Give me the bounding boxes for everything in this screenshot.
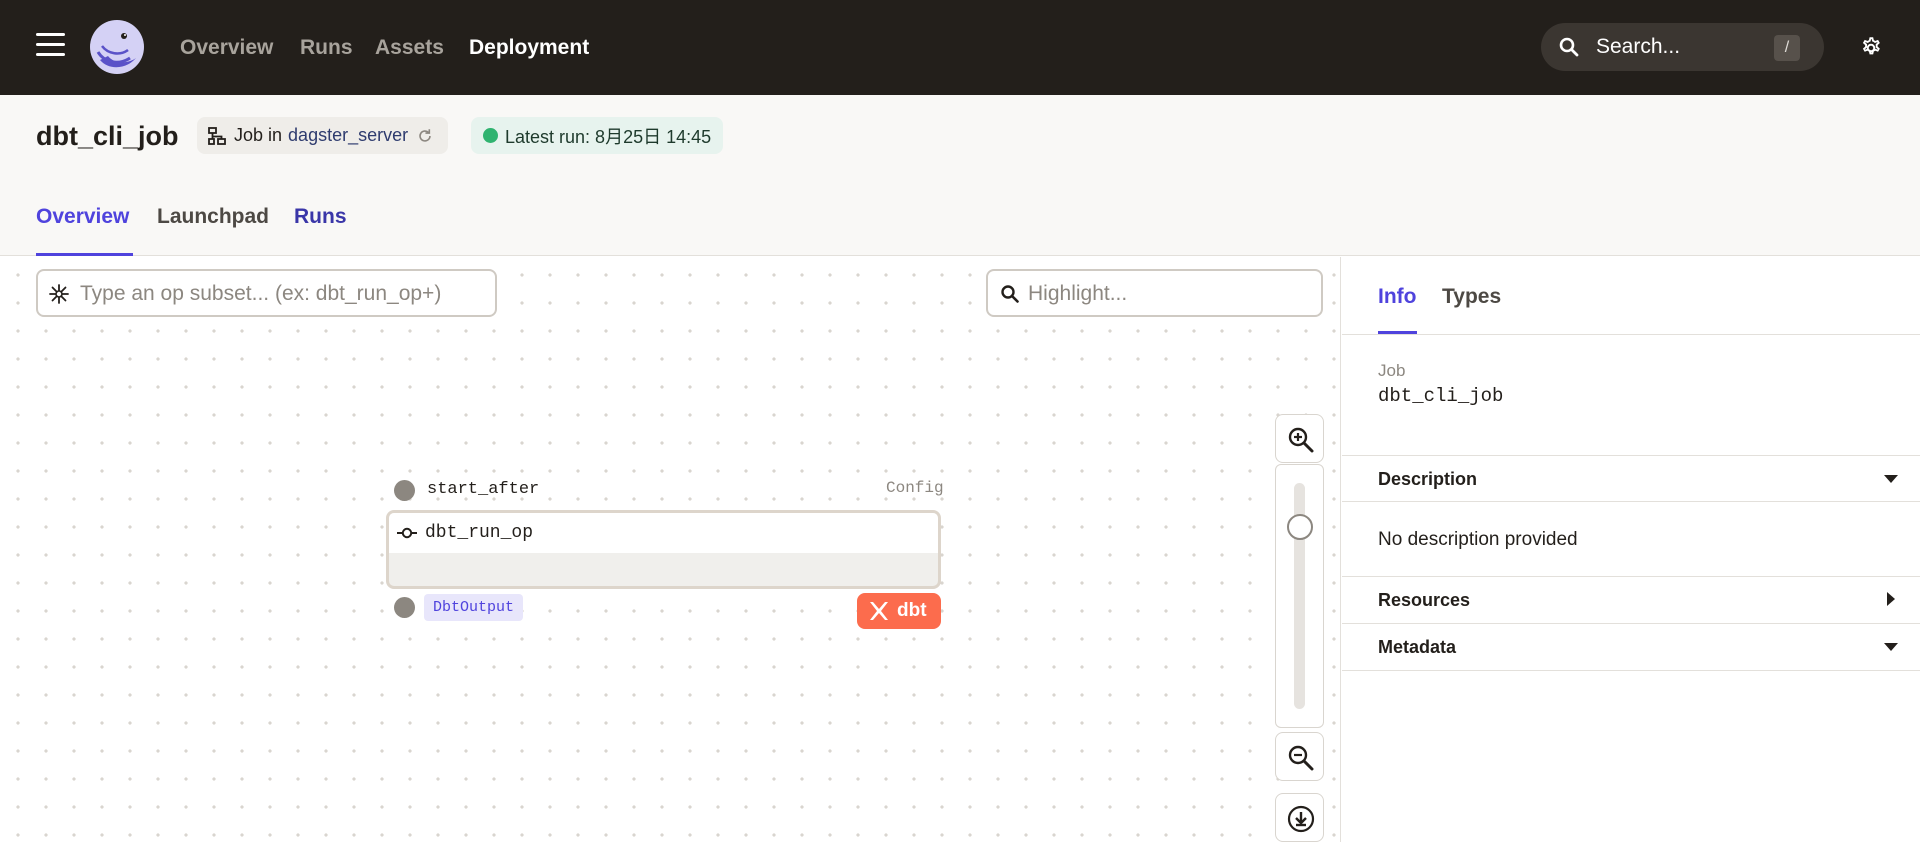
op-subset-input[interactable] <box>80 282 490 306</box>
zoom-in-icon <box>1288 427 1314 453</box>
zoom-in-button[interactable] <box>1275 414 1324 463</box>
reload-icon[interactable] <box>416 127 434 145</box>
resources-section-toggle[interactable]: Resources <box>1342 576 1920 622</box>
description-section-toggle[interactable]: Description <box>1342 455 1920 501</box>
job-repository-tag: Job in dagster_server <box>197 117 449 154</box>
op-selector-icon <box>49 284 69 304</box>
chevron-down-icon <box>1884 643 1898 651</box>
repository-link[interactable]: dagster_server <box>288 125 408 146</box>
search-icon <box>1559 37 1579 57</box>
highlight-input[interactable] <box>1028 282 1308 306</box>
op-node-header: dbt_run_op <box>389 513 938 553</box>
tab-info[interactable]: Info <box>1378 285 1416 309</box>
zoom-out-icon <box>1288 745 1314 771</box>
page-title: dbt_cli_job <box>36 121 179 151</box>
job-graph-icon <box>208 126 226 145</box>
nav-link-runs[interactable]: Runs <box>300 36 353 60</box>
download-icon <box>1287 805 1315 833</box>
op-graph-canvas[interactable]: start_after Config dbt_run_op DbtOutput … <box>0 257 1341 842</box>
input-port-dot[interactable] <box>394 480 415 501</box>
job-name-value: dbt_cli_job <box>1378 385 1504 407</box>
op-node-dbt-run-op[interactable]: dbt_run_op <box>386 510 941 589</box>
tab-overview[interactable]: Overview <box>36 205 129 229</box>
global-search-button[interactable]: Search... / <box>1541 23 1824 71</box>
output-type-chip[interactable]: DbtOutput <box>424 594 524 621</box>
nav-link-assets[interactable]: Assets <box>375 36 444 60</box>
job-label: Job <box>1378 361 1406 380</box>
op-name: dbt_run_op <box>425 523 534 543</box>
dbt-kind-label: dbt <box>897 600 927 621</box>
op-subset-field[interactable] <box>36 269 497 317</box>
nav-link-overview[interactable]: Overview <box>180 36 273 60</box>
gear-icon[interactable] <box>1858 35 1884 61</box>
search-icon <box>1001 285 1019 303</box>
dagster-logo-icon[interactable] <box>88 18 146 76</box>
description-text: No description provided <box>1378 529 1578 550</box>
nav-link-deployment[interactable]: Deployment <box>469 36 589 60</box>
chevron-down-icon <box>1884 475 1898 483</box>
run-success-dot <box>483 128 498 143</box>
op-icon <box>397 527 417 539</box>
job-details-sidebar: Info Types Job dbt_cli_job Description N… <box>1342 257 1920 842</box>
menu-icon[interactable] <box>36 33 65 57</box>
resources-section-title: Resources <box>1378 590 1471 610</box>
divider <box>1342 501 1920 502</box>
input-name: start_after <box>427 480 540 499</box>
dbt-logo-icon <box>870 602 888 620</box>
config-link[interactable]: Config <box>886 479 944 497</box>
zoom-slider[interactable] <box>1275 464 1324 728</box>
zoom-slider-handle[interactable] <box>1287 514 1313 540</box>
metadata-section-toggle[interactable]: Metadata <box>1342 623 1920 669</box>
top-navigation-bar: Overview Runs Assets Deployment Search..… <box>0 0 1920 95</box>
zoom-out-button[interactable] <box>1275 732 1324 781</box>
search-placeholder: Search... <box>1596 35 1681 58</box>
tab-launchpad[interactable]: Launchpad <box>157 205 269 229</box>
latest-run-label: Latest run: 8月25日 14:45 <box>505 126 712 147</box>
page-header: dbt_cli_job Job in dagster_server Latest… <box>0 95 1920 256</box>
tab-runs[interactable]: Runs <box>294 205 347 229</box>
metadata-section-title: Metadata <box>1378 637 1457 657</box>
divider <box>1342 334 1920 335</box>
active-tab-indicator <box>36 253 133 256</box>
dbt-kind-badge[interactable]: dbt <box>857 593 941 629</box>
chevron-right-icon <box>1887 592 1895 606</box>
description-section-title: Description <box>1378 469 1478 489</box>
latest-run-tag[interactable]: Latest run: 8月25日 14:45 <box>471 117 724 154</box>
divider <box>1342 670 1920 671</box>
highlight-field[interactable] <box>986 269 1323 317</box>
output-port-dot[interactable] <box>394 597 415 618</box>
search-shortcut-key: / <box>1774 35 1800 61</box>
download-svg-button[interactable] <box>1275 793 1324 842</box>
tab-types[interactable]: Types <box>1442 285 1501 309</box>
job-in-label: Job in <box>234 125 283 145</box>
